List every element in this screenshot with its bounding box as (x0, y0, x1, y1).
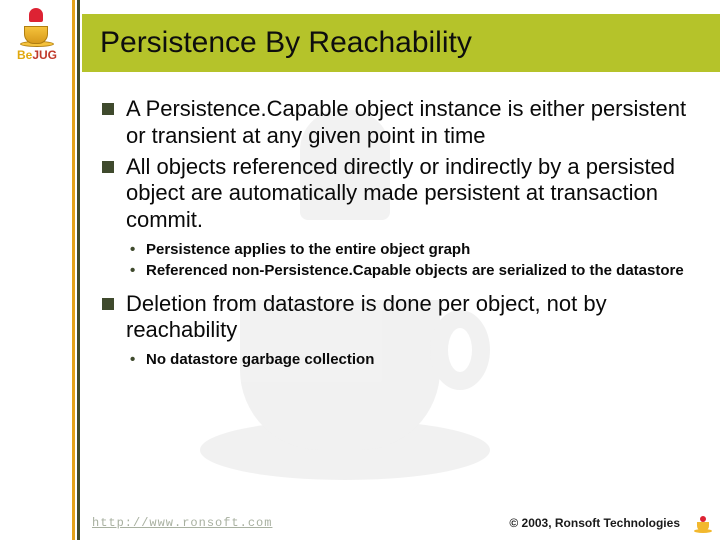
list-item: Deletion from datastore is done per obje… (100, 291, 692, 370)
header: BeJUG Persistence By Reachability (0, 0, 720, 78)
logo-text: BeJUG (17, 48, 57, 62)
footer: http://www.ronsoft.com © 2003, Ronsoft T… (92, 516, 706, 530)
bullet-list: A Persistence.Capable object instance is… (100, 96, 692, 369)
bullet-text: All objects referenced directly or indir… (126, 154, 675, 233)
sub-list: Persistence applies to the entire object… (126, 240, 692, 280)
title-bar: Persistence By Reachability (82, 14, 720, 72)
page-title: Persistence By Reachability (100, 26, 472, 60)
bullet-text: A Persistence.Capable object instance is… (126, 96, 686, 148)
list-item: All objects referenced directly or indir… (100, 154, 692, 281)
sub-list: No datastore garbage collection (126, 350, 692, 369)
coffee-cup-icon (20, 6, 54, 44)
divider-orange (72, 0, 75, 540)
bullet-text: Deletion from datastore is done per obje… (126, 291, 607, 343)
sub-list-item: Persistence applies to the entire object… (126, 240, 692, 259)
sub-list-item: No datastore garbage collection (126, 350, 692, 369)
footer-coffee-icon (694, 514, 714, 534)
bejug-logo: BeJUG (8, 6, 66, 72)
copyright-text: © 2003, Ronsoft Technologies (509, 516, 680, 530)
footer-url-link[interactable]: http://www.ronsoft.com (92, 516, 272, 530)
slide-body: A Persistence.Capable object instance is… (100, 96, 692, 379)
divider-dark (77, 0, 80, 540)
sub-list-item: Referenced non-Persistence.Capable objec… (126, 261, 692, 280)
list-item: A Persistence.Capable object instance is… (100, 96, 692, 150)
